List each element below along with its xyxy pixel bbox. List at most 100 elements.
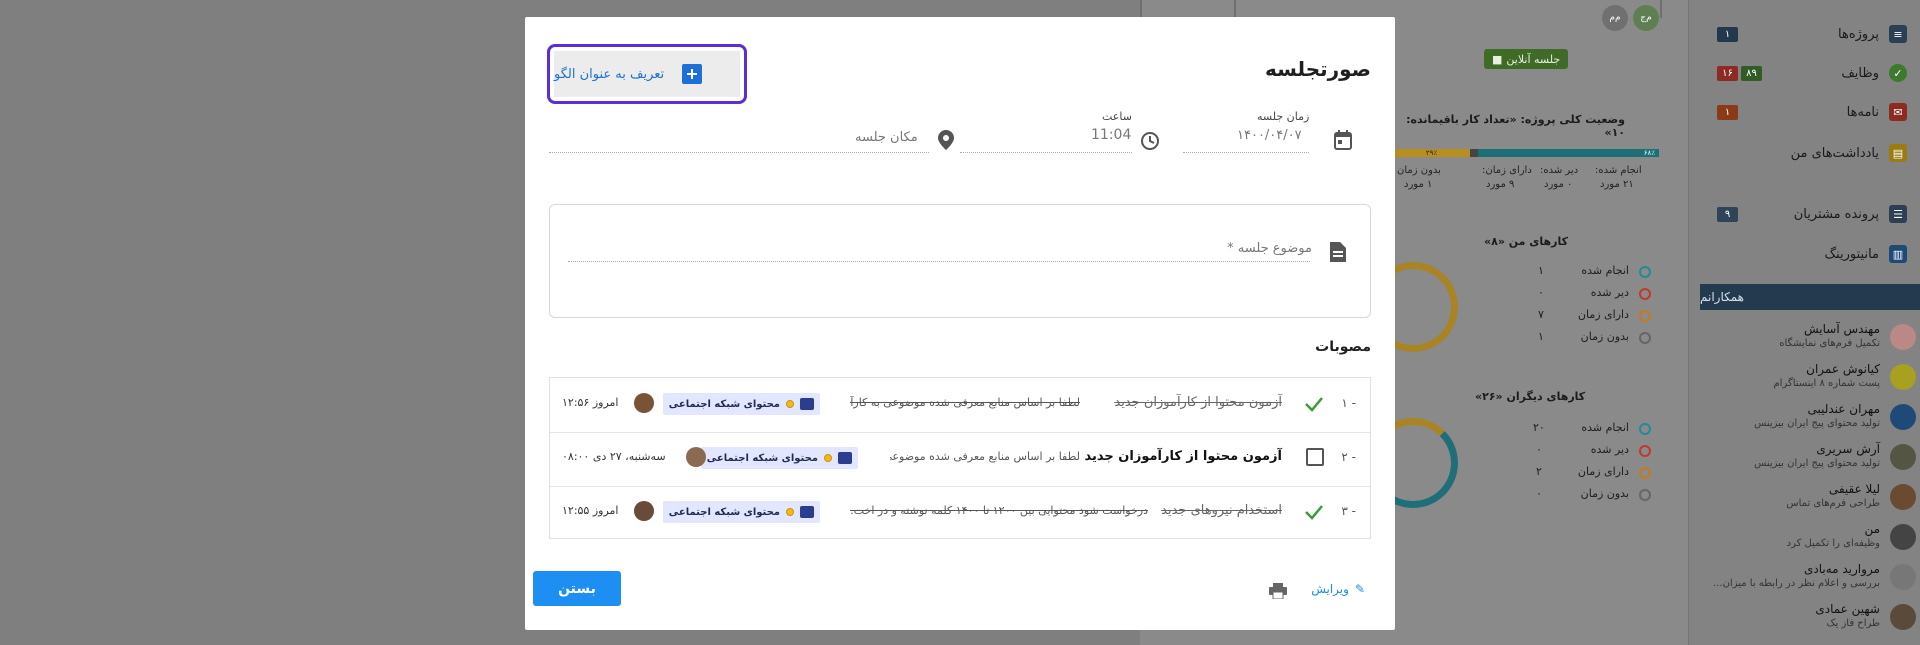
- time-input[interactable]: 11:04: [1091, 127, 1131, 143]
- legend-value: ۲۰: [1533, 421, 1545, 434]
- minutes-modal: صورتجلسه تعریف به عنوان الگو زمان جلسه ۱…: [525, 17, 1395, 630]
- status-dot-icon: [824, 454, 832, 462]
- category-tag[interactable]: محتوای شبکه اجتماعی: [700, 447, 858, 469]
- meeting-date-input[interactable]: ۱۴۰۰/۰۴/۰۷: [1237, 128, 1302, 143]
- colleague-item[interactable]: مهندس آسایش تکمیل فرم‌های نمایشگاه: [1700, 320, 1916, 356]
- colleague-item[interactable]: کیانوش عمران پست شماره ۸ اینستاگرام: [1700, 360, 1916, 396]
- online-meeting-button[interactable]: ■ جلسه آنلاین: [1484, 49, 1569, 69]
- stat-value: ۱ مورد: [1404, 179, 1433, 190]
- colleague-name: من: [1864, 522, 1880, 536]
- avatar: [1890, 324, 1916, 350]
- untimed-dot-icon: [1639, 489, 1651, 501]
- row-title: آزمون محتوا از کارآموزان جدید: [1084, 449, 1283, 464]
- checkmark-icon[interactable]: [1304, 502, 1324, 522]
- my-tasks-title: کارهای من «۸»: [1484, 235, 1569, 248]
- table-row[interactable]: ۲ - آزمون محتوا از کارآموزان جدید لطفا ب…: [550, 432, 1370, 487]
- clock-icon[interactable]: [1140, 131, 1160, 151]
- time-label: ساعت: [1102, 110, 1132, 123]
- define-as-template-button[interactable]: تعریف به عنوان الگو: [547, 44, 747, 104]
- avatar[interactable]: م‌م: [1602, 5, 1628, 31]
- project-progress-bar: ۲۹٪ ۶۸٪: [1393, 149, 1659, 157]
- location-pin-icon[interactable]: [938, 130, 954, 150]
- calendar-icon[interactable]: [1334, 130, 1352, 150]
- sidebar-item-label: پرونده مشتریان: [1793, 206, 1879, 222]
- sidebar-item-customers[interactable]: ☰ پرونده مشتریان: [1794, 202, 1907, 226]
- checkmark-icon[interactable]: [1304, 394, 1324, 414]
- colleague-item[interactable]: شهین عمادی طراح فاز یک: [1700, 600, 1916, 636]
- column-divider: [1234, 0, 1236, 18]
- row-title: آزمون محتوا از کارآموزان جدید: [1114, 395, 1282, 410]
- todo-checkbox[interactable]: [1306, 448, 1324, 466]
- legend-value: ۰: [1536, 443, 1542, 456]
- avatar: [1890, 604, 1916, 630]
- close-button[interactable]: بستن: [533, 571, 621, 606]
- category-tag[interactable]: محتوای شبکه اجتماعی: [662, 501, 820, 523]
- status-dot-icon: [786, 508, 794, 516]
- colleague-name: مهران عندلیبی: [1807, 402, 1880, 416]
- colleagues-header: همکارانم: [1700, 284, 1920, 310]
- colleague-name: کیانوش عمران: [1806, 362, 1880, 376]
- sidebar-item-tasks[interactable]: ✓ وظایف: [1841, 61, 1907, 85]
- column-divider: [1660, 0, 1662, 18]
- legend-label: بدون زمان: [1580, 330, 1629, 343]
- others-tasks-title: کارهای دیگران «۲۶»: [1475, 390, 1586, 403]
- sidebar-item-monitoring[interactable]: ▥ مانیتورینگ: [1824, 242, 1907, 266]
- row-description: درخواست شود محتوایی بین ۱۲۰۰ تا ۱۴۰۰ کلم…: [850, 504, 1148, 517]
- colleague-item[interactable]: من وظیفه‌ای را تکمیل کرد: [1700, 520, 1916, 556]
- colleague-desc: پست شماره ۸ اینستاگرام: [1773, 378, 1880, 389]
- late-dot-icon: [1639, 445, 1651, 457]
- note-icon: ▤: [1889, 144, 1907, 162]
- legend-label: دیر شده: [1590, 443, 1629, 456]
- colleague-desc: طراحی فرم‌های تماس: [1786, 498, 1880, 509]
- print-icon[interactable]: [1269, 583, 1287, 599]
- video-icon: ■: [1492, 52, 1503, 66]
- legend-value: ۱: [1538, 330, 1544, 343]
- modal-title: صورتجلسه: [1265, 57, 1371, 81]
- table-row[interactable]: ۱ - آزمون محتوا از کارآموزان جدید لطفا ب…: [550, 378, 1370, 433]
- meeting-date-label: زمان جلسه: [1257, 110, 1310, 123]
- category-tag[interactable]: محتوای شبکه اجتماعی: [662, 393, 820, 415]
- colleague-desc: تولید محتوای پیج ایران بیزینس: [1754, 418, 1880, 429]
- colleague-item[interactable]: لیلا عقیفی طراحی فرم‌های تماس: [1700, 480, 1916, 516]
- colleague-desc: بررسی و اعلام نظر در رابطه با میزان...: [1713, 578, 1880, 589]
- count-badge: ۱: [1717, 105, 1738, 120]
- sidebar-item-projects[interactable]: ≡ پروژه‌ها: [1838, 22, 1907, 46]
- colleague-name: مهندس آسایش: [1803, 322, 1880, 336]
- progress-segment: [1470, 149, 1479, 157]
- edit-button[interactable]: ✎ ویرایش: [1311, 582, 1365, 596]
- location-field-underline: [549, 152, 929, 153]
- row-date: امروز ۱۲:۵۶: [562, 396, 619, 409]
- colleague-item[interactable]: مهران عندلیبی تولید محتوای پیج ایران بیز…: [1700, 400, 1916, 436]
- sidebar-item-letters[interactable]: ✉ نامه‌ها: [1847, 100, 1907, 124]
- avatar[interactable]: م‌ج: [1633, 5, 1659, 31]
- sidebar-item-notes[interactable]: ▤ یادداشت‌های من: [1791, 141, 1907, 165]
- stat-value: ۲۱ مورد: [1600, 179, 1634, 190]
- location-input[interactable]: مکان جلسه: [855, 130, 918, 145]
- colleague-desc: تکمیل فرم‌های نمایشگاه: [1779, 338, 1880, 349]
- legend-value: ۱: [1538, 264, 1544, 277]
- late-dot-icon: [1639, 288, 1651, 300]
- time-field-underline: [960, 152, 1132, 153]
- stat-value: ۰ مورد: [1544, 179, 1573, 190]
- timed-dot-icon: [1639, 467, 1651, 479]
- colleague-item[interactable]: آرش سریری تولید محتوای پیج ایران بیزینس: [1700, 440, 1916, 476]
- legend-label: دارای زمان: [1577, 308, 1629, 321]
- category-tag-label: محتوای شبکه اجتماعی: [668, 506, 780, 518]
- colleague-name: آرش سریری: [1816, 442, 1880, 456]
- row-description: لطفا بر اساس منابع معرفی شده موضوعی به ک…: [890, 450, 1080, 463]
- avatar: [634, 393, 654, 413]
- row-number: ۲ -: [1341, 450, 1356, 464]
- progress-segment: ۶۸٪: [1478, 149, 1659, 157]
- colleague-item[interactable]: مروارید مه‌بادی بررسی و اعلام نظر در راب…: [1700, 560, 1916, 596]
- stat-label: بدون زمان: [1397, 165, 1441, 176]
- contact-icon: ☰: [1889, 205, 1907, 223]
- approvals-table: ۱ - آزمون محتوا از کارآموزان جدید لطفا ب…: [549, 377, 1371, 539]
- subject-input[interactable]: موضوع جلسه *: [1227, 241, 1312, 256]
- sidebar-item-label: وظایف: [1841, 65, 1879, 81]
- table-row[interactable]: ۳ - استخدام نیروهای جدید درخواست شود محت…: [550, 486, 1370, 540]
- stat-label: انجام شده:: [1595, 165, 1642, 176]
- avatar: [1890, 564, 1916, 590]
- untimed-dot-icon: [1639, 332, 1651, 344]
- legend-value: ۷: [1538, 308, 1544, 321]
- projects-icon: ≡: [1889, 25, 1907, 43]
